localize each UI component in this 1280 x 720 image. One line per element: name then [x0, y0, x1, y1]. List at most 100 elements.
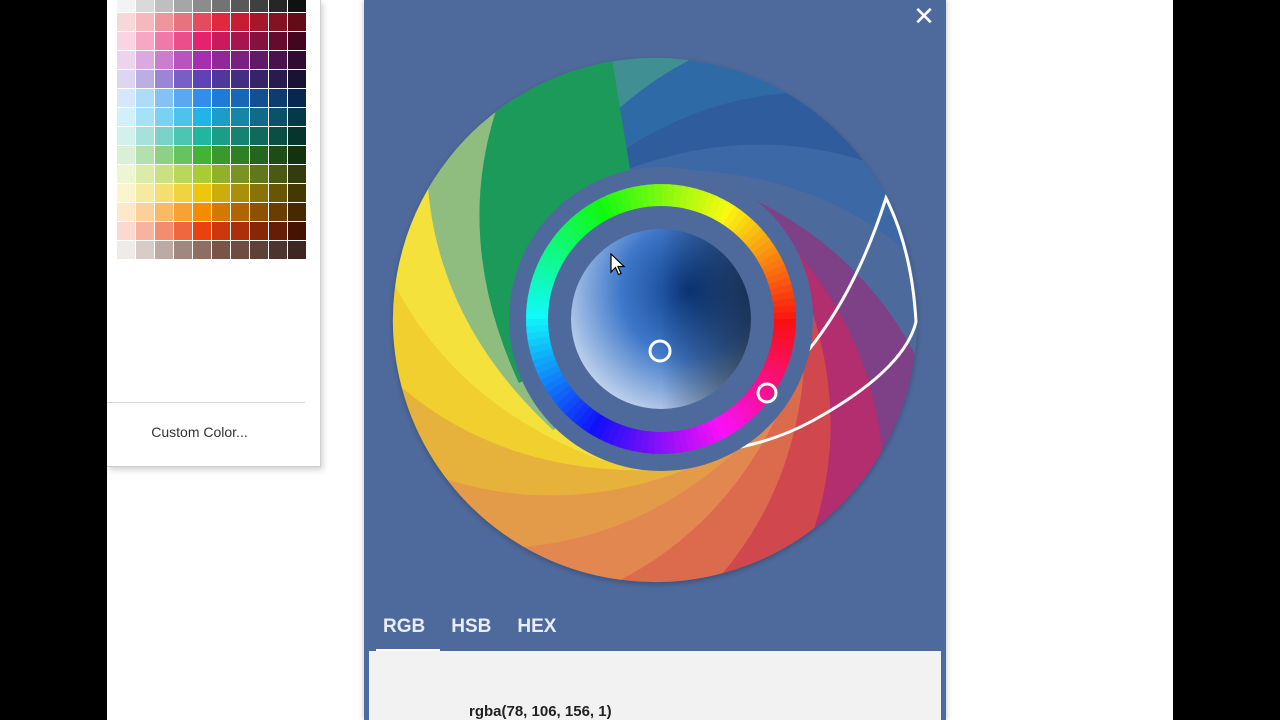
color-swatch[interactable]	[136, 0, 154, 12]
color-swatch[interactable]	[136, 241, 154, 259]
color-swatch[interactable]	[174, 184, 192, 202]
color-swatch[interactable]	[155, 127, 173, 145]
color-swatch[interactable]	[193, 184, 211, 202]
color-swatch[interactable]	[117, 13, 135, 31]
color-swatch[interactable]	[250, 127, 268, 145]
color-swatch[interactable]	[250, 32, 268, 50]
hue-ring-segment[interactable]	[659, 431, 669, 454]
color-swatch[interactable]	[269, 108, 287, 126]
color-swatch[interactable]	[288, 108, 306, 126]
color-swatch[interactable]	[193, 0, 211, 12]
color-swatch[interactable]	[136, 89, 154, 107]
color-swatch[interactable]	[193, 241, 211, 259]
color-swatch[interactable]	[250, 222, 268, 240]
color-swatch[interactable]	[174, 127, 192, 145]
color-swatch[interactable]	[269, 241, 287, 259]
color-swatch[interactable]	[269, 13, 287, 31]
color-swatch[interactable]	[212, 13, 230, 31]
color-swatch[interactable]	[231, 70, 249, 88]
color-swatch[interactable]	[250, 241, 268, 259]
color-swatch[interactable]	[174, 222, 192, 240]
color-swatch[interactable]	[155, 70, 173, 88]
color-swatch[interactable]	[136, 51, 154, 69]
color-swatch[interactable]	[193, 89, 211, 107]
color-swatch[interactable]	[231, 203, 249, 221]
color-swatch[interactable]	[250, 0, 268, 12]
color-swatch[interactable]	[174, 51, 192, 69]
color-swatch[interactable]	[269, 32, 287, 50]
color-swatch[interactable]	[212, 241, 230, 259]
color-swatch[interactable]	[193, 127, 211, 145]
color-wheel[interactable]	[364, 0, 946, 600]
tab-rgb[interactable]: RGB	[370, 604, 441, 652]
color-swatch[interactable]	[288, 32, 306, 50]
color-swatch[interactable]	[212, 222, 230, 240]
color-swatch[interactable]	[288, 184, 306, 202]
color-swatch[interactable]	[117, 70, 135, 88]
color-swatch[interactable]	[136, 13, 154, 31]
color-swatch[interactable]	[117, 165, 135, 183]
color-swatch[interactable]	[231, 13, 249, 31]
color-swatch[interactable]	[155, 222, 173, 240]
color-swatch[interactable]	[136, 127, 154, 145]
color-swatch[interactable]	[212, 165, 230, 183]
color-swatch[interactable]	[269, 165, 287, 183]
color-swatch[interactable]	[231, 127, 249, 145]
color-swatch[interactable]	[136, 222, 154, 240]
color-swatch[interactable]	[155, 32, 173, 50]
color-swatch[interactable]	[269, 146, 287, 164]
color-swatch[interactable]	[269, 0, 287, 12]
color-swatch[interactable]	[193, 108, 211, 126]
color-swatch[interactable]	[193, 13, 211, 31]
color-swatch[interactable]	[193, 70, 211, 88]
color-swatch[interactable]	[212, 203, 230, 221]
color-swatch[interactable]	[288, 146, 306, 164]
color-swatch[interactable]	[117, 146, 135, 164]
color-swatch[interactable]	[212, 108, 230, 126]
color-swatch[interactable]	[155, 184, 173, 202]
color-swatch[interactable]	[193, 32, 211, 50]
color-swatch[interactable]	[212, 184, 230, 202]
color-swatch[interactable]	[155, 241, 173, 259]
color-swatch[interactable]	[136, 70, 154, 88]
color-swatch[interactable]	[231, 146, 249, 164]
color-swatch[interactable]	[174, 203, 192, 221]
color-swatch[interactable]	[155, 89, 173, 107]
color-swatch[interactable]	[136, 203, 154, 221]
color-swatch[interactable]	[231, 108, 249, 126]
hue-ring-segment[interactable]	[526, 317, 549, 327]
color-swatch[interactable]	[250, 165, 268, 183]
color-swatch[interactable]	[174, 70, 192, 88]
color-swatch[interactable]	[250, 203, 268, 221]
color-swatch[interactable]	[288, 51, 306, 69]
color-swatch[interactable]	[250, 51, 268, 69]
color-swatch[interactable]	[117, 184, 135, 202]
color-swatch[interactable]	[250, 89, 268, 107]
color-swatch[interactable]	[269, 184, 287, 202]
color-swatch[interactable]	[117, 241, 135, 259]
color-swatch[interactable]	[269, 222, 287, 240]
color-swatch[interactable]	[250, 108, 268, 126]
color-swatch[interactable]	[288, 222, 306, 240]
color-swatch[interactable]	[288, 241, 306, 259]
color-swatch[interactable]	[117, 222, 135, 240]
color-swatch[interactable]	[174, 0, 192, 12]
color-swatch[interactable]	[212, 127, 230, 145]
color-swatch[interactable]	[155, 146, 173, 164]
color-swatch[interactable]	[288, 13, 306, 31]
color-swatch[interactable]	[288, 70, 306, 88]
color-swatch[interactable]	[174, 165, 192, 183]
color-swatch[interactable]	[155, 108, 173, 126]
color-swatch[interactable]	[136, 184, 154, 202]
color-swatch[interactable]	[250, 184, 268, 202]
color-swatch[interactable]	[231, 184, 249, 202]
color-swatch[interactable]	[231, 222, 249, 240]
color-swatch[interactable]	[117, 0, 135, 12]
color-swatch[interactable]	[212, 70, 230, 88]
color-swatch[interactable]	[231, 241, 249, 259]
color-swatch[interactable]	[155, 13, 173, 31]
color-swatch[interactable]	[174, 108, 192, 126]
color-swatch[interactable]	[212, 0, 230, 12]
hue-ring-segment[interactable]	[773, 311, 796, 321]
color-swatch[interactable]	[288, 89, 306, 107]
